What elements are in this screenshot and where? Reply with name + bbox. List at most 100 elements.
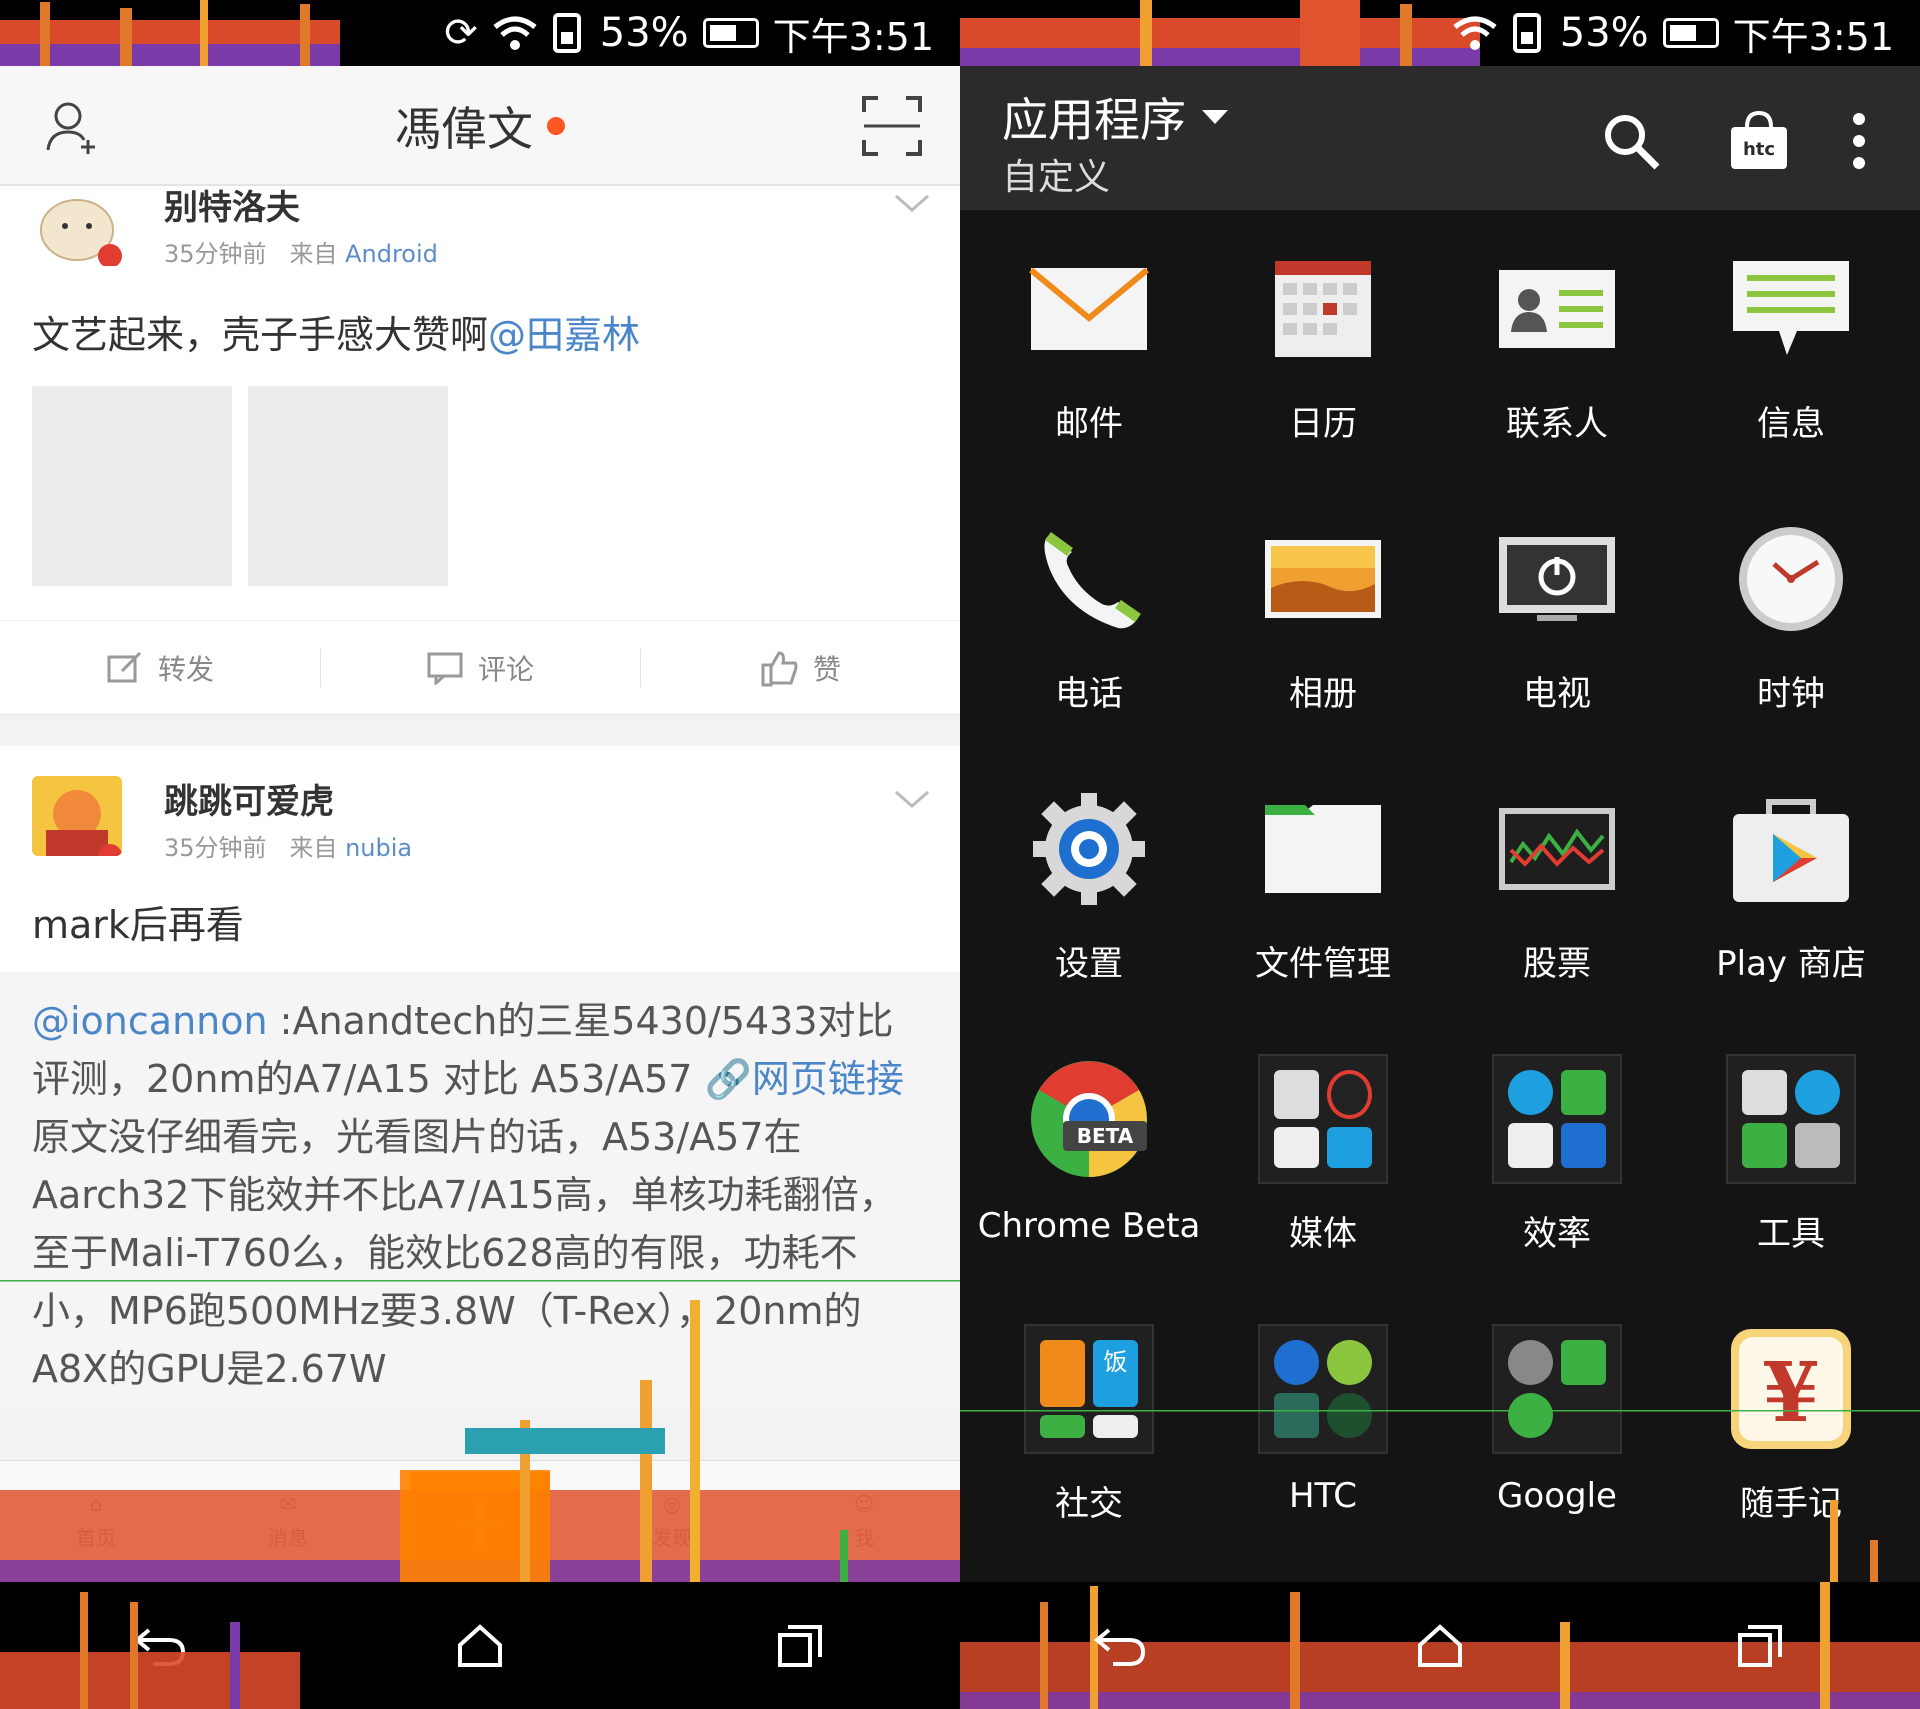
- repost-icon: [107, 651, 142, 682]
- camera-icon: [1274, 1070, 1319, 1119]
- recents-button[interactable]: [1724, 1610, 1796, 1682]
- gpu-profile-overlay: [0, 1582, 300, 1709]
- thumbs-up-icon: [761, 650, 798, 686]
- htc-store-button[interactable]: htc: [1724, 106, 1794, 176]
- app-label: 效率: [1523, 1214, 1591, 1254]
- mention-link[interactable]: @田嘉林: [488, 313, 640, 357]
- weibo-icon: [1040, 1340, 1085, 1407]
- app-contacts[interactable]: 联系人: [1440, 230, 1674, 500]
- app-label: 股票: [1523, 944, 1591, 984]
- search-button[interactable]: [1596, 106, 1666, 176]
- comment-button[interactable]: 评论: [320, 621, 640, 714]
- web-link-icon: 🔗: [704, 1057, 752, 1101]
- sim-icon: [552, 13, 581, 53]
- chart-icon: [1561, 1070, 1606, 1115]
- feed-post[interactable]: 别特洛夫 35分钟前 来自 Android 文艺起来，壳子手感大赞啊@田嘉林 转…: [0, 186, 960, 714]
- gpu-profile-bars: [960, 0, 1480, 66]
- htc-backup-icon: [1327, 1340, 1372, 1385]
- app-tv[interactable]: 电视: [1440, 500, 1674, 770]
- app-label: 文件管理: [1255, 944, 1391, 984]
- chevron-down-icon[interactable]: [892, 788, 932, 812]
- gpu-profile-overlay: [0, 1280, 960, 1582]
- battery-icon: [702, 18, 759, 48]
- app-drawer-title[interactable]: 应用程序: [1002, 84, 1228, 150]
- app-clock[interactable]: 时钟: [1674, 500, 1908, 770]
- post-image[interactable]: [32, 386, 232, 586]
- dropdown-caret-icon: [1202, 110, 1228, 124]
- overflow-menu-button[interactable]: [1824, 106, 1894, 176]
- gpu-profile-bars: [0, 0, 340, 66]
- app-stocks[interactable]: 股票: [1440, 770, 1674, 1040]
- app-gallery[interactable]: 相册: [1206, 500, 1440, 770]
- app-folder-media[interactable]: 媒体: [1206, 1040, 1440, 1310]
- app-folder-productivity[interactable]: 效率: [1440, 1040, 1674, 1310]
- status-bar: ⟳ 53% 下午3:51: [0, 0, 960, 66]
- app-play-store[interactable]: Play 商店: [1674, 770, 1908, 1040]
- home-button[interactable]: [1404, 1610, 1476, 1682]
- like-button[interactable]: 赞: [640, 621, 960, 714]
- post-author[interactable]: 别特洛夫: [164, 186, 300, 229]
- microphone-icon: [1795, 1123, 1840, 1168]
- tv-icon: [1499, 537, 1615, 621]
- mail-icon: [1029, 267, 1149, 350]
- app-label: 电视: [1523, 674, 1591, 714]
- post-body: 文艺起来，壳子手感大赞啊: [32, 313, 489, 357]
- recents-button[interactable]: [764, 1610, 836, 1682]
- mention-link[interactable]: @ioncannon: [32, 999, 268, 1043]
- tools-folder-icon: [1726, 1054, 1856, 1184]
- post-actions: 转发 评论 赞: [0, 620, 960, 714]
- app-label: 时钟: [1757, 674, 1825, 714]
- post-source: nubia: [345, 834, 413, 862]
- avatar[interactable]: [32, 776, 122, 856]
- post-image[interactable]: [248, 386, 448, 586]
- stocks-icon: [1499, 808, 1615, 890]
- media-folder-icon: [1258, 1054, 1388, 1184]
- weather-icon: [1742, 1070, 1787, 1115]
- post-author[interactable]: 跳跳可爱虎: [164, 774, 334, 823]
- wifi-icon: [1453, 16, 1497, 50]
- app-label: Chrome Beta: [977, 1206, 1201, 1246]
- app-label: Play 商店: [1716, 944, 1866, 984]
- back-button[interactable]: [1084, 1610, 1156, 1682]
- header-title[interactable]: 馮偉文: [0, 66, 960, 186]
- app-label: 联系人: [1506, 404, 1608, 444]
- app-settings[interactable]: 设置: [972, 770, 1206, 1040]
- chevron-down-icon[interactable]: [892, 192, 932, 216]
- post-meta: 35分钟前 来自 nubia: [164, 828, 412, 863]
- weibo-header: 馮偉文: [0, 66, 960, 186]
- recents-icon: [1738, 1624, 1782, 1667]
- htc-store-bag-icon: htc: [1731, 110, 1787, 169]
- notification-dot: [547, 117, 565, 135]
- search-icon: [1605, 115, 1660, 170]
- app-label: 信息: [1757, 404, 1825, 444]
- header-title-text: 馮偉文: [395, 102, 533, 156]
- app-file-manager[interactable]: 文件管理: [1206, 770, 1440, 1040]
- camera-alt-icon: [1274, 1127, 1319, 1168]
- status-bar: 53% 下午3:51: [960, 0, 1920, 66]
- app-chrome-beta[interactable]: BETA Chrome Beta: [972, 1040, 1206, 1310]
- app-calendar[interactable]: 日历: [1206, 230, 1440, 500]
- app-mail[interactable]: 邮件: [972, 230, 1206, 500]
- like-label: 赞: [812, 652, 841, 686]
- play-store-icon: [1733, 799, 1849, 902]
- beta-badge: BETA: [1077, 1124, 1134, 1148]
- clock-icon: [1739, 527, 1843, 631]
- app-phone[interactable]: 电话: [972, 500, 1206, 770]
- download-icon: [1795, 1070, 1840, 1115]
- app-messages[interactable]: 信息: [1674, 230, 1908, 500]
- app-drawer-subtitle: 自定义: [1002, 157, 1111, 198]
- google-settings-icon: [1508, 1340, 1553, 1385]
- gpu-profile-overlay: [960, 1410, 1920, 1582]
- app-label: 电话: [1055, 674, 1123, 714]
- post-via: 来自: [289, 834, 338, 862]
- scan-icon[interactable]: [860, 94, 924, 158]
- web-link[interactable]: 网页链接: [752, 1057, 904, 1101]
- avatar[interactable]: [32, 186, 122, 266]
- home-button[interactable]: [444, 1610, 516, 1682]
- gpu-profile-bars: [960, 1410, 1920, 1582]
- repost-button[interactable]: 转发: [0, 621, 320, 714]
- app-folder-tools[interactable]: 工具: [1674, 1040, 1908, 1310]
- productivity-folder-icon: [1492, 1054, 1622, 1184]
- cartoon-avatar-icon: [32, 776, 122, 856]
- sim-icon: [1512, 13, 1541, 53]
